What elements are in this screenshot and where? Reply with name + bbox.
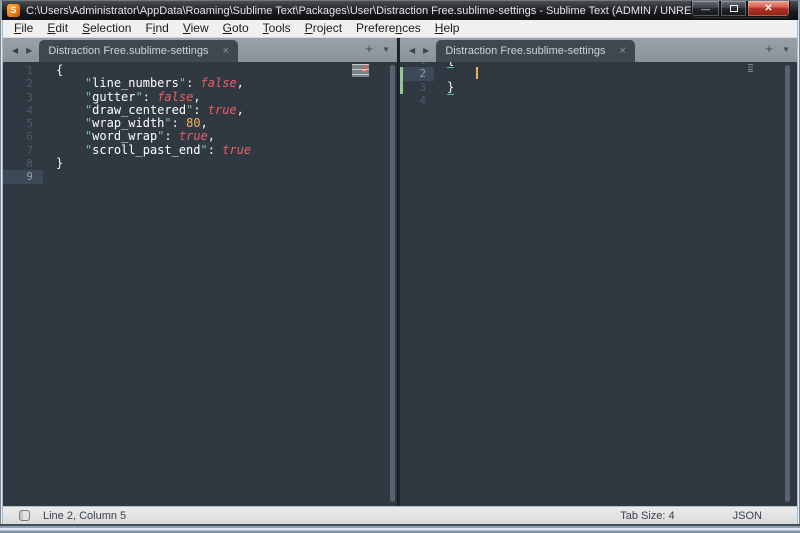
menu-preferences[interactable]: Preferences [349,20,428,37]
next-tab-arrow-icon[interactable]: ▶ [419,46,433,55]
gutter-line-number: 3 [400,81,434,94]
tab-close-icon[interactable]: × [619,45,625,57]
gutter-line-number: 7 [3,144,43,157]
menu-tools[interactable]: Tools [256,20,298,37]
minimap[interactable] [352,64,369,77]
tab-distraction-free-settings[interactable]: Distraction Free.sublime-settings × [436,40,635,62]
gutter-line-number: 2 [3,77,43,90]
close-button[interactable]: ✕ [747,1,790,17]
scrollbar-puck[interactable] [785,65,790,502]
code-line [56,170,397,183]
code-line [447,67,797,80]
code-line: "line_numbers": false, [56,77,397,90]
code-line: "draw_centered": true, [56,104,397,117]
text-caret [476,67,478,79]
menu-project[interactable]: Project [298,20,349,37]
statusbar: Line 2, Column 5 Tab Size: 4 JSON [3,506,797,524]
gutter-line-number: 6 [3,130,43,143]
minimize-button[interactable]: — [691,1,720,17]
menu-goto[interactable]: Goto [216,20,256,37]
minimize-icon: — [701,4,710,14]
titlebar[interactable]: S C:\Users\Administrator\AppData\Roaming… [0,0,800,20]
tab-size-status[interactable]: Tab Size: 4 [620,510,674,522]
gutter-line-number: 4 [400,94,434,107]
prev-tab-arrow-icon[interactable]: ◀ [400,46,419,55]
menu-file[interactable]: File [7,20,40,37]
tab-title: Distraction Free.sublime-settings [445,45,605,57]
menubar: FileEditSelectionFindViewGotoToolsProjec… [3,20,797,38]
prev-tab-arrow-icon[interactable]: ◀ [3,46,22,55]
menu-find[interactable]: Find [138,20,175,37]
panel-toggle-icon[interactable] [19,510,30,521]
code-line: } [447,81,797,94]
cursor-position-status: Line 2, Column 5 [43,510,126,522]
window-controls: — ✕ [691,1,790,17]
left-code-area: { "line_numbers": false, "gutter": false… [43,64,397,184]
window-bottom-border [0,524,800,533]
minimap[interactable] [748,64,753,72]
sublime-text-window: S C:\Users\Administrator\AppData\Roaming… [0,0,800,533]
sublime-app-icon: S [7,4,20,17]
new-tab-button[interactable]: + [765,41,773,56]
code-line: "wrap_width": 80, [56,117,397,130]
left-tab-bar: ◀ ▶ Distraction Free.sublime-settings × … [3,38,397,62]
gutter-line-number: 2 [400,67,434,80]
left-pane: ◀ ▶ Distraction Free.sublime-settings × … [3,38,397,506]
gutter-line-number: 4 [3,104,43,117]
code-line: "word_wrap": true, [56,130,397,143]
menu-view[interactable]: View [176,20,216,37]
window-title: C:\Users\Administrator\AppData\Roaming\S… [26,5,751,17]
right-code-area: { } [434,62,797,107]
gutter-line-number: 1 [3,64,43,77]
left-gutter: 123456789 [3,64,43,184]
editor-split-view: ◀ ▶ Distraction Free.sublime-settings × … [3,38,797,506]
gutter-line-number: 5 [3,117,43,130]
new-tab-button[interactable]: + [365,41,373,56]
right-gutter: 1234 [400,62,434,107]
code-line: } [56,157,397,170]
code-line: { [56,64,397,77]
gutter-line-number: 9 [3,170,43,183]
tab-list-dropdown-icon[interactable]: ▼ [782,45,790,54]
maximize-button[interactable] [720,1,747,17]
menu-help[interactable]: Help [428,20,467,37]
tab-close-icon[interactable]: × [222,45,228,57]
right-tab-bar: ◀ ▶ Distraction Free.sublime-settings × … [400,38,797,62]
gutter-line-number: 8 [3,157,43,170]
next-tab-arrow-icon[interactable]: ▶ [22,46,36,55]
menu-selection[interactable]: Selection [75,20,138,37]
left-editor[interactable]: 123456789 { "line_numbers": false, "gutt… [3,62,397,506]
right-pane: ◀ ▶ Distraction Free.sublime-settings × … [400,38,797,506]
maximize-icon [730,5,738,12]
right-editor[interactable]: 1234 { } [400,62,797,506]
close-icon: ✕ [764,3,772,14]
gutter-line-number: 3 [3,91,43,104]
syntax-status[interactable]: JSON [733,510,762,522]
tab-distraction-free-settings[interactable]: Distraction Free.sublime-settings × [39,40,238,62]
menu-edit[interactable]: Edit [40,20,75,37]
code-line: "scroll_past_end": true [56,144,397,157]
code-line: "gutter": false, [56,91,397,104]
scrollbar-puck[interactable] [390,65,395,502]
tab-list-dropdown-icon[interactable]: ▼ [382,45,390,54]
tab-title: Distraction Free.sublime-settings [48,45,208,57]
code-line [447,94,797,107]
